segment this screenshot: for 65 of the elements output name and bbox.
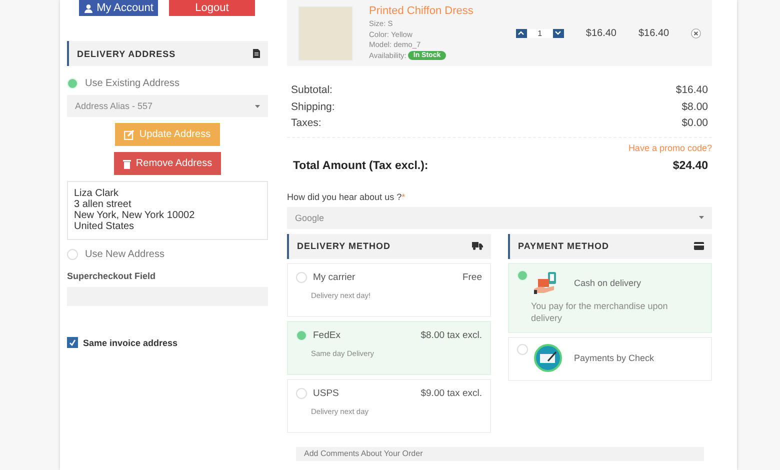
radio-button[interactable] — [67, 78, 78, 88]
total-value: $16.40 — [676, 83, 708, 98]
shipping-price: $8.00 tax excl. — [420, 330, 482, 340]
caret-icon — [699, 216, 704, 219]
radio-button[interactable] — [296, 388, 307, 398]
address-line: Liza Clark — [74, 188, 120, 199]
trash-icon — [122, 158, 131, 168]
carrier-name: USPS — [313, 388, 339, 398]
caret-icon — [255, 104, 260, 108]
radio-option[interactable]: Use Existing Address — [67, 77, 268, 89]
payment-name: Cash on delivery — [574, 278, 642, 288]
payment-name: Payments by Check — [574, 352, 654, 362]
field-label: Supercheckout Field — [67, 271, 157, 281]
payment-description: You pay for the merchandise upon delivery — [531, 300, 669, 324]
checkbox-label: Same invoice address — [83, 338, 178, 348]
account-button[interactable]: Logout — [169, 0, 255, 16]
radio-button[interactable] — [67, 248, 78, 260]
grand-total-label: Total Amount (Tax excl.): — [293, 160, 428, 172]
total-value: $8.00 — [682, 100, 708, 114]
chevron-down-icon — [555, 31, 562, 35]
line-total: $16.40 — [638, 28, 670, 38]
carrier-name: FedEx — [313, 330, 340, 340]
payment-option[interactable]: Payments by Check — [508, 336, 712, 380]
source-select[interactable]: Google — [287, 206, 712, 228]
payment-option[interactable]: Cash on delivery You pay for the merchandise upon delivery — [508, 262, 712, 332]
address-line: New York, New York 10002 — [74, 210, 196, 221]
radio-button[interactable] — [517, 344, 528, 354]
photo-placeholder — [298, 6, 353, 60]
user-icon — [84, 4, 93, 12]
chevron-up-icon — [518, 31, 524, 35]
increase-button[interactable] — [516, 28, 527, 38]
comments-field[interactable]: Add Comments About Your Order — [296, 446, 704, 460]
total-value: $0.00 — [682, 116, 708, 131]
account-button[interactable]: My Account — [79, 0, 158, 16]
total-label: Subtotal: — [291, 83, 332, 98]
truck-icon — [472, 242, 483, 250]
shipping-price: $9.00 tax excl. — [420, 388, 482, 398]
section-title: DELIVERY METHOD — [297, 241, 391, 251]
radio-label: Use Existing Address — [85, 78, 180, 88]
shipping-price: Free — [462, 272, 482, 282]
total-label: Taxes: — [291, 116, 322, 131]
address-line: United States — [74, 221, 136, 232]
grand-total-value: $24.40 — [672, 160, 708, 172]
radio-label: Use New Address — [85, 248, 164, 260]
section-title: PAYMENT METHOD — [518, 241, 610, 251]
radio-button[interactable] — [296, 272, 307, 282]
document-icon — [253, 49, 260, 58]
address-button[interactable]: Remove Address — [114, 152, 222, 175]
promo-link[interactable]: Have a promo code? — [628, 142, 712, 152]
check-payment-icon — [534, 344, 562, 372]
question-label: How did you hear about us ?* — [287, 192, 406, 202]
edit-icon — [124, 130, 134, 140]
radio-button[interactable] — [517, 270, 528, 280]
address-select[interactable]: Address Alias - 557 — [67, 95, 268, 117]
unit-price: $16.40 — [586, 28, 616, 38]
credit-card-icon — [694, 242, 704, 250]
checkbox[interactable] — [67, 337, 78, 348]
radio-option[interactable]: Use New Address — [67, 248, 268, 260]
section-title: DELIVERY ADDRESS — [77, 48, 176, 58]
carrier-name: My carrier — [313, 272, 356, 282]
decrease-button[interactable] — [552, 28, 564, 38]
radio-button[interactable] — [296, 330, 307, 340]
remove-icon[interactable] — [691, 26, 701, 40]
total-label: Shipping: — [291, 100, 335, 114]
address-line: 3 allen street — [74, 199, 132, 210]
